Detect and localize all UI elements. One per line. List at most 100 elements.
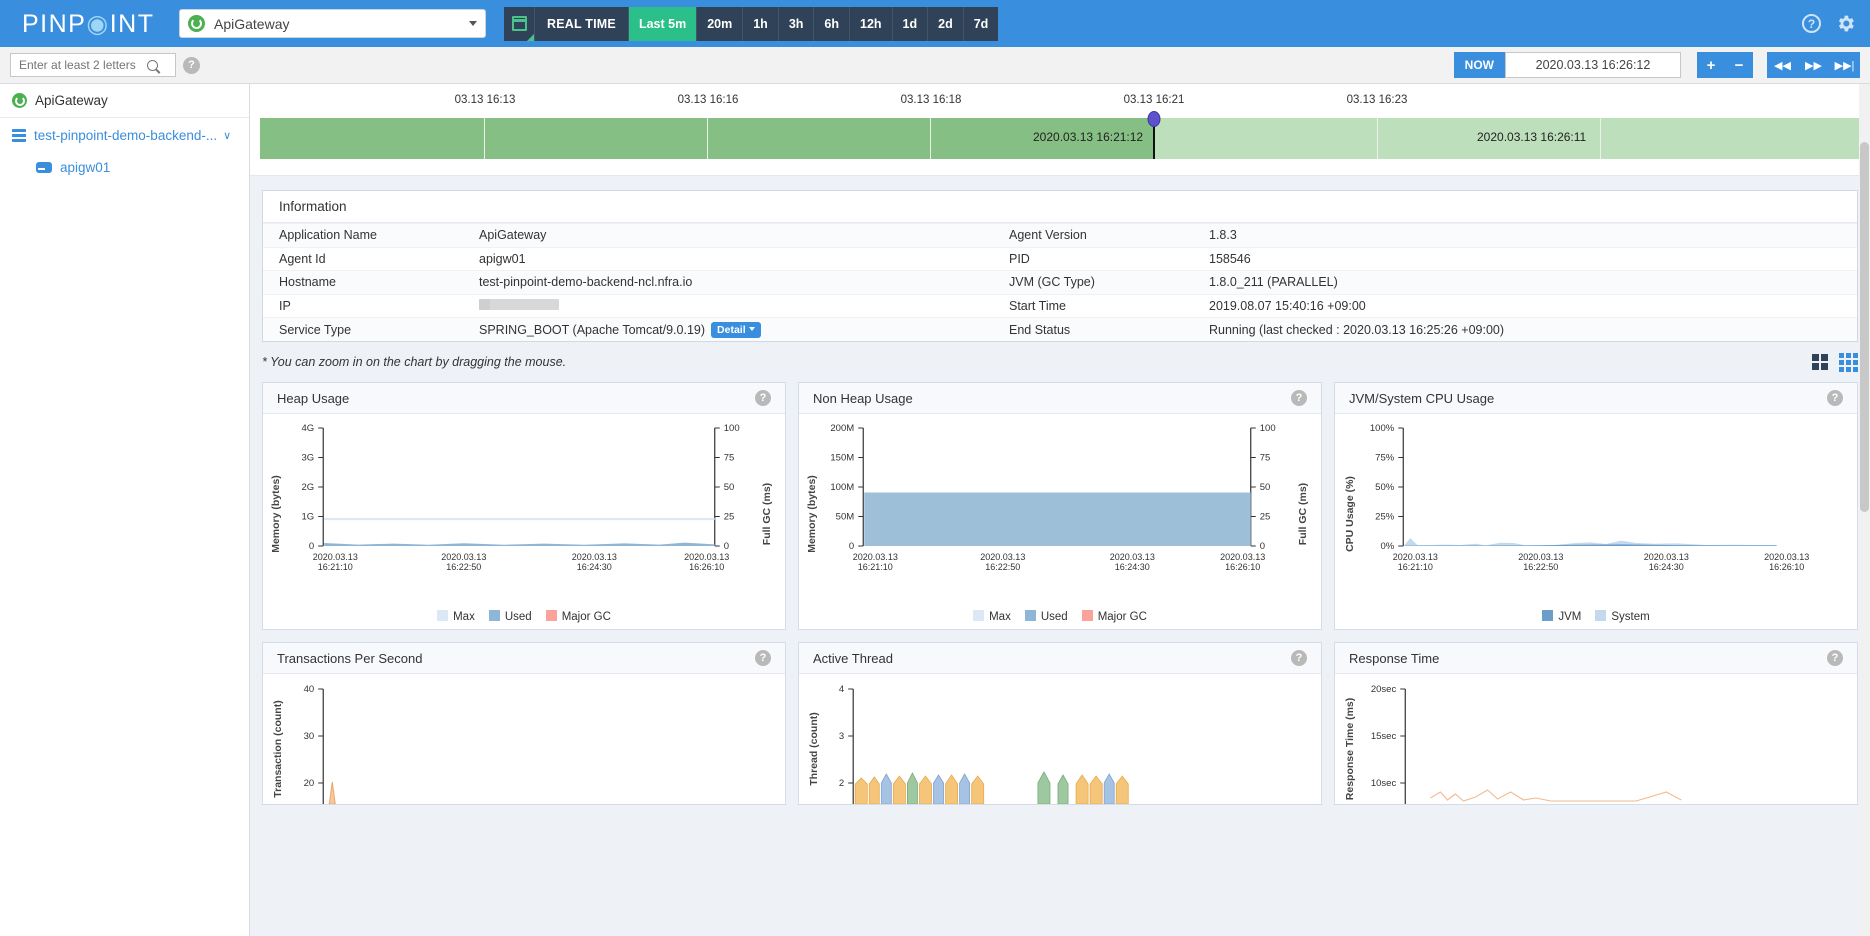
help-icon[interactable]: ? <box>1827 390 1843 407</box>
calendar-icon-button[interactable] <box>504 6 534 41</box>
application-selector[interactable]: ApiGateway <box>179 9 486 38</box>
chart-body[interactable]: Thread (count) 4 3 2 <box>799 674 1321 805</box>
chart-title: Active Thread <box>813 650 893 666</box>
x-tick: 2020.03.13 <box>572 552 617 562</box>
timeline-divider <box>930 118 931 159</box>
detail-button[interactable]: Detail <box>711 321 761 338</box>
time-button-3h[interactable]: 3h <box>777 6 814 41</box>
y2-tick: 25 <box>1260 512 1271 523</box>
y-tick: 2 <box>839 778 844 789</box>
timeline-marker-label-right: 2020.03.13 16:26:11 <box>1477 130 1587 144</box>
y-tick: 25% <box>1375 512 1395 523</box>
y-tick: 15sec <box>1371 731 1397 742</box>
x-tick: 2020.03.13 <box>441 552 486 562</box>
zoom-in-button[interactable]: + <box>1697 52 1725 78</box>
y2-axis-label: Full GC (ms) <box>1297 483 1309 545</box>
svg-text:16:21:10: 16:21:10 <box>858 562 893 572</box>
y-tick: 0 <box>849 541 854 552</box>
y-tick: 50M <box>836 512 855 523</box>
legend-item-max[interactable]: Max <box>973 610 1011 623</box>
help-icon[interactable]: ? <box>755 650 771 667</box>
timeline-divider <box>707 118 708 159</box>
y-tick: 100M <box>830 482 854 493</box>
legend-item-jvm[interactable]: JVM <box>1542 610 1581 623</box>
chevron-down-icon[interactable]: ∨ <box>223 129 231 142</box>
sidebar-application-label: ApiGateway <box>35 93 108 108</box>
help-icon[interactable]: ? <box>1291 390 1307 407</box>
table-row: IP Start Time 2019.08.07 15:40:16 +09:00 <box>263 293 1857 318</box>
legend-swatch <box>437 610 449 622</box>
time-button-1h[interactable]: 1h <box>742 6 778 41</box>
sidebar-item-server-group[interactable]: test-pinpoint-demo-backend-... ∨ <box>0 118 249 152</box>
legend-item-major-gc[interactable]: Major GC <box>1081 610 1147 623</box>
chart-grid-row-1: Heap Usage ? Memory (bytes) Full GC (ms) <box>262 382 1858 631</box>
search-input[interactable] <box>17 57 147 73</box>
jump-to-latest-button[interactable]: ▶▶| <box>1829 52 1860 78</box>
chart-body[interactable]: CPU Usage (%) 0% 25% 50% 75% 100% 2020.0… <box>1335 414 1857 629</box>
sidebar-agent-label: apigw01 <box>60 160 111 175</box>
logo-dot-icon: ◉ <box>86 9 110 38</box>
sidebar-item-agent-apigw01[interactable]: apigw01 <box>0 152 249 183</box>
legend-item-used[interactable]: Used <box>488 610 532 623</box>
pinpoint-logo[interactable]: PINP◉INT <box>0 9 175 39</box>
chart-body[interactable]: Response Time (ms) 20sec 15sec 10sec <box>1335 674 1857 805</box>
timeline-track[interactable]: 2020.03.13 16:21:12 2020.03.13 16:26:11 <box>260 111 1870 159</box>
timeline-scrubber[interactable]: 03.13 16:13 03.13 16:16 03.13 16:18 03.1… <box>250 84 1870 176</box>
x-tick: 2020.03.13 <box>980 552 1025 562</box>
grid-two-column-icon[interactable] <box>1812 354 1828 371</box>
legend-item-used[interactable]: Used <box>1024 610 1068 623</box>
x-tick: 2020.03.13 <box>1393 552 1438 562</box>
info-value: ApiGateway <box>463 223 993 248</box>
timeline-marker-handle[interactable] <box>1147 111 1161 127</box>
search-help-icon[interactable]: ? <box>183 56 200 74</box>
time-button-20m[interactable]: 20m <box>696 6 743 41</box>
help-icon[interactable]: ? <box>1802 14 1821 33</box>
main-column: 03.13 16:13 03.13 16:16 03.13 16:18 03.1… <box>250 84 1870 936</box>
legend-item-system[interactable]: System <box>1595 610 1650 623</box>
time-button-1d[interactable]: 1d <box>891 6 928 41</box>
sidebar-item-application[interactable]: ApiGateway <box>0 84 249 118</box>
forward-button[interactable]: ▶▶ <box>1798 52 1829 78</box>
zoom-controls: + − <box>1697 52 1753 78</box>
rewind-button[interactable]: ◀◀ <box>1767 52 1798 78</box>
time-range-toolbar: REAL TIME Last 5m 20m 1h 3h 6h 12h 1d 2d… <box>504 6 999 41</box>
legend-item-major-gc[interactable]: Major GC <box>545 610 611 623</box>
info-value: 1.8.3 <box>1193 223 1857 248</box>
legend-swatch <box>1595 610 1607 622</box>
grid-three-column-icon[interactable] <box>1839 352 1858 372</box>
vertical-scrollbar[interactable] <box>1859 84 1870 936</box>
time-button-last5m[interactable]: Last 5m <box>627 6 697 41</box>
zoom-out-button[interactable]: − <box>1725 52 1753 78</box>
chart-title: Heap Usage <box>277 390 350 406</box>
y-axis-label: Memory (bytes) <box>270 476 282 554</box>
chart-body[interactable]: Memory (bytes) Full GC (ms) <box>263 414 785 629</box>
y-tick: 0 <box>309 541 314 552</box>
x-tick: 2020.03.13 <box>1518 552 1563 562</box>
datetime-display[interactable]: 2020.03.13 16:26:12 <box>1505 52 1681 78</box>
y-tick: 4 <box>839 684 844 695</box>
help-icon[interactable]: ? <box>1291 650 1307 667</box>
legend-item-max[interactable]: Max <box>437 610 475 623</box>
y-tick: 1G <box>301 512 314 523</box>
scrollbar-thumb[interactable] <box>1860 142 1869 512</box>
chart-body[interactable]: Memory (bytes) Full GC (ms) <box>799 414 1321 629</box>
help-icon[interactable]: ? <box>755 390 771 407</box>
time-button-2d[interactable]: 2d <box>927 6 963 41</box>
legend-swatch <box>1542 610 1554 622</box>
time-button-realtime[interactable]: REAL TIME <box>534 6 628 41</box>
time-button-7d[interactable]: 7d <box>962 6 999 41</box>
chevron-down-icon <box>469 21 477 26</box>
svg-text:16:22:50: 16:22:50 <box>1523 562 1558 572</box>
search-box[interactable] <box>10 53 176 77</box>
time-button-6h[interactable]: 6h <box>813 6 849 41</box>
now-button[interactable]: NOW <box>1453 52 1505 78</box>
help-icon[interactable]: ? <box>1827 650 1843 667</box>
time-button-12h[interactable]: 12h <box>849 6 892 41</box>
timeline-divider <box>1600 118 1601 159</box>
search-icon[interactable] <box>147 59 158 71</box>
chart-header: Heap Usage ? <box>263 383 785 415</box>
x-tick: 2020.03.13 <box>853 552 898 562</box>
gear-icon[interactable] <box>1835 13 1856 34</box>
chart-body[interactable]: Transaction (count) 40 30 20 <box>263 674 785 805</box>
server-icon <box>36 162 52 173</box>
